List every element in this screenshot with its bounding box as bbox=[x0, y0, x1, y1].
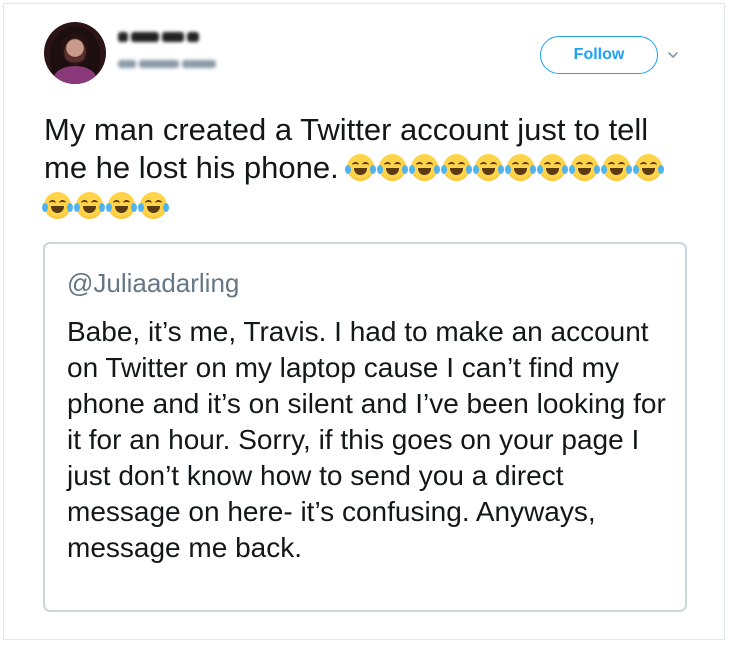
avatar-shirt bbox=[54, 66, 96, 84]
face-with-tears-of-joy-icon bbox=[473, 154, 505, 181]
face-with-tears-of-joy-icon bbox=[106, 192, 137, 219]
username-redacted bbox=[118, 56, 238, 72]
chevron-down-icon[interactable] bbox=[667, 48, 679, 60]
face-with-tears-of-joy-icon bbox=[505, 154, 537, 181]
avatar[interactable] bbox=[44, 22, 106, 84]
face-with-tears-of-joy-icon bbox=[42, 192, 73, 219]
face-with-tears-of-joy-icon bbox=[601, 154, 633, 181]
quoted-tweet[interactable]: @Juliaadarling Babe, it’s me, Travis. I … bbox=[43, 242, 687, 612]
face-with-tears-of-joy-icon bbox=[633, 154, 665, 181]
face-with-tears-of-joy-icon bbox=[537, 154, 569, 181]
quoted-handle[interactable]: @Juliaadarling bbox=[67, 268, 239, 299]
quoted-text: Babe, it’s me, Travis. I had to make an … bbox=[67, 316, 666, 563]
face-with-tears-of-joy-icon bbox=[377, 154, 409, 181]
display-name-redacted[interactable] bbox=[118, 28, 210, 46]
face-with-tears-of-joy-icon bbox=[441, 154, 473, 181]
follow-button[interactable]: Follow bbox=[540, 36, 658, 74]
face-with-tears-of-joy-icon bbox=[409, 154, 441, 181]
face-with-tears-of-joy-icon bbox=[74, 192, 105, 219]
tweet-text-container: My man created a Twitter account just to… bbox=[42, 111, 694, 225]
face-with-tears-of-joy-icon bbox=[138, 192, 169, 219]
face-with-tears-of-joy-icon bbox=[569, 154, 601, 181]
face-with-tears-of-joy-icon bbox=[345, 154, 377, 181]
